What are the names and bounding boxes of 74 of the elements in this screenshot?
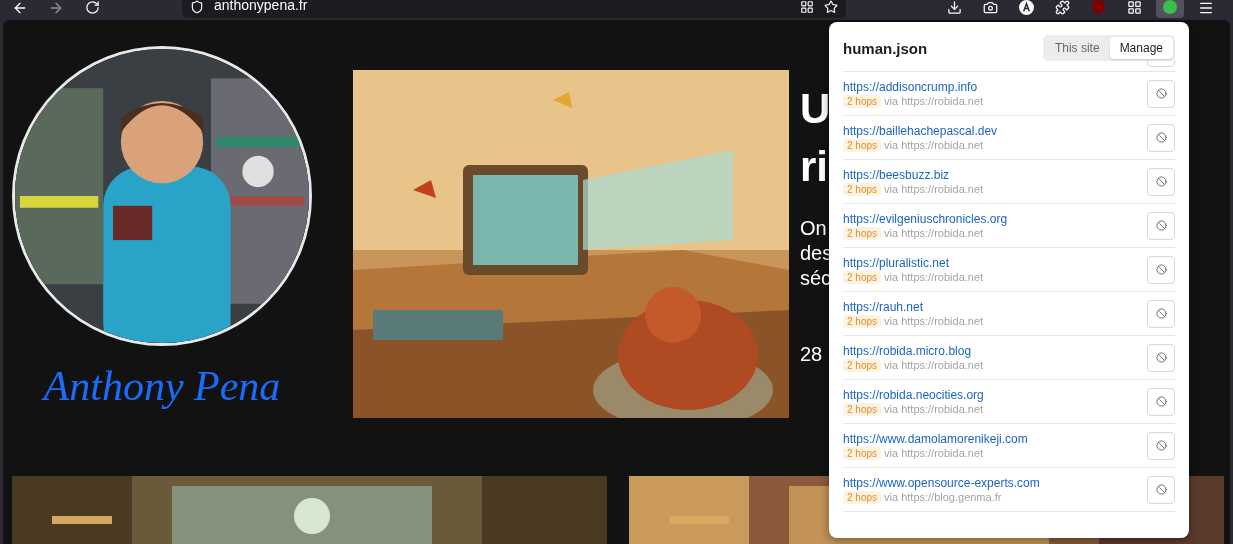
hops-badge: 2 hops <box>843 402 882 416</box>
headline: U <box>800 84 832 134</box>
forward-arrow-icon <box>48 0 64 16</box>
site-link[interactable]: https://www.damolamorenikeji.com <box>843 431 1028 446</box>
popup-title: human.json <box>843 39 928 57</box>
human-json-extension-button[interactable] <box>1156 0 1184 18</box>
via-text: via https://robida.net <box>884 271 984 283</box>
hops-badge: 2 hops <box>843 94 882 108</box>
download-icon <box>946 0 962 15</box>
hops-badge: 2 hops <box>843 270 882 284</box>
via-text: via https://robida.net <box>884 95 984 107</box>
block-button[interactable] <box>1147 431 1175 460</box>
dot-icon <box>1163 0 1177 14</box>
site-link[interactable]: https://www.opensource-experts.com <box>843 475 1040 490</box>
hops-badge: 2 hops <box>843 226 882 240</box>
block-button[interactable] <box>1147 79 1175 108</box>
block-icon <box>1155 132 1167 143</box>
site-link[interactable]: https://beesbuzz.biz <box>843 167 984 182</box>
hops-badge: 2 hops <box>843 314 882 328</box>
via-text: via https://robida.net <box>884 403 984 415</box>
grid-icon <box>1126 0 1142 15</box>
via-text: via https://robida.net <box>884 447 984 459</box>
hops-badge: 2 hops <box>843 182 882 196</box>
block-icon <box>1155 176 1167 187</box>
site-link[interactable]: https://rauh.net <box>843 299 984 314</box>
block-button[interactable] <box>1147 343 1175 372</box>
address-bar[interactable]: anthonypena.fr <box>182 0 846 18</box>
block-icon <box>1155 352 1167 363</box>
back-arrow-icon <box>12 0 28 16</box>
site-link[interactable]: https://robida.neocities.org <box>843 387 984 402</box>
view-tab[interactable]: Manage <box>1109 37 1173 59</box>
post-date: 28 <box>800 343 824 366</box>
block-icon <box>1155 220 1167 231</box>
signature: Anthony Pena <box>43 362 281 410</box>
shield-icon <box>1091 0 1105 15</box>
via-text: via https://robida.net <box>884 359 984 371</box>
block-icon <box>1155 308 1167 319</box>
block-icon <box>1155 88 1167 99</box>
site-link[interactable]: https://addisoncrump.info <box>843 79 984 94</box>
site-link[interactable]: https://baillehachepascal.dev <box>843 123 998 138</box>
block-icon <box>1155 396 1167 407</box>
reload-icon <box>84 0 100 15</box>
site-link[interactable]: https://robida.micro.blog <box>843 343 984 358</box>
hops-badge: 2 hops <box>843 358 882 372</box>
block-button[interactable] <box>1147 255 1175 284</box>
shield-icon <box>190 0 204 14</box>
excerpt: On <box>800 216 828 241</box>
block-button[interactable] <box>1147 167 1175 196</box>
puzzle-icon <box>1054 0 1070 15</box>
camera-icon <box>982 0 998 15</box>
block-button[interactable] <box>1147 123 1175 152</box>
via-text: via https://robida.net <box>884 183 984 195</box>
block-button[interactable] <box>1147 475 1175 504</box>
block-icon <box>1155 484 1167 495</box>
view-tab[interactable]: This site <box>1044 37 1110 59</box>
bookmark-star-icon[interactable] <box>824 0 838 14</box>
block-button[interactable] <box>1147 299 1175 328</box>
hops-badge: 2 hops <box>843 138 882 152</box>
via-text: via https://blog.genma.fr <box>884 491 1002 503</box>
site-link[interactable]: https://pluralistic.net <box>843 255 984 270</box>
block-icon <box>1155 264 1167 275</box>
via-text: via https://robida.net <box>884 315 984 327</box>
block-icon <box>1155 440 1167 451</box>
grid-icon[interactable] <box>800 0 814 14</box>
menu-icon <box>1198 0 1214 16</box>
excerpt: séc <box>800 266 833 291</box>
block-button[interactable] <box>1147 211 1175 240</box>
hops-badge: 2 hops <box>843 446 882 460</box>
via-text: via https://robida.net <box>884 227 984 239</box>
hops-badge: 2 hops <box>843 490 882 504</box>
via-text: via https://robida.net <box>884 139 984 151</box>
site-link[interactable]: https://evilgeniuschronicles.org <box>843 211 1008 226</box>
headline: ri <box>800 142 829 192</box>
block-button[interactable] <box>1147 387 1175 416</box>
